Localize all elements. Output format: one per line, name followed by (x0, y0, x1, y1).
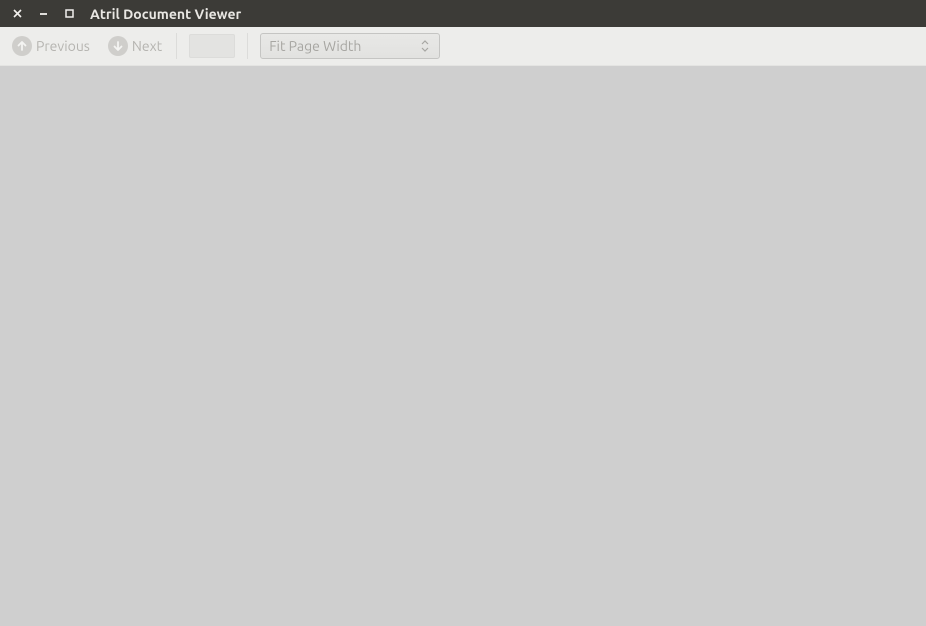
window-controls (6, 7, 76, 21)
close-icon (13, 9, 22, 18)
next-label: Next (132, 38, 162, 54)
close-button[interactable] (10, 7, 24, 21)
zoom-mode-label: Fit Page Width (269, 38, 361, 54)
page-number-input[interactable] (189, 34, 235, 58)
maximize-button[interactable] (62, 7, 76, 21)
minimize-button[interactable] (36, 7, 50, 21)
toolbar-separator (247, 33, 248, 59)
previous-button[interactable]: Previous (6, 33, 96, 59)
titlebar: Atril Document Viewer (0, 0, 926, 27)
maximize-icon (65, 9, 74, 18)
toolbar: Previous Next Fit Page Width (0, 27, 926, 66)
chevron-down-icon (421, 47, 429, 52)
document-view (0, 66, 926, 626)
chevron-up-icon (421, 40, 429, 45)
minimize-icon (39, 9, 48, 18)
next-button[interactable]: Next (102, 33, 168, 59)
window-title: Atril Document Viewer (90, 6, 241, 22)
zoom-mode-select[interactable]: Fit Page Width (260, 33, 440, 59)
toolbar-separator (176, 33, 177, 59)
arrow-down-icon (108, 36, 128, 56)
spinner-icons (421, 34, 435, 58)
previous-label: Previous (36, 38, 90, 54)
arrow-up-icon (12, 36, 32, 56)
